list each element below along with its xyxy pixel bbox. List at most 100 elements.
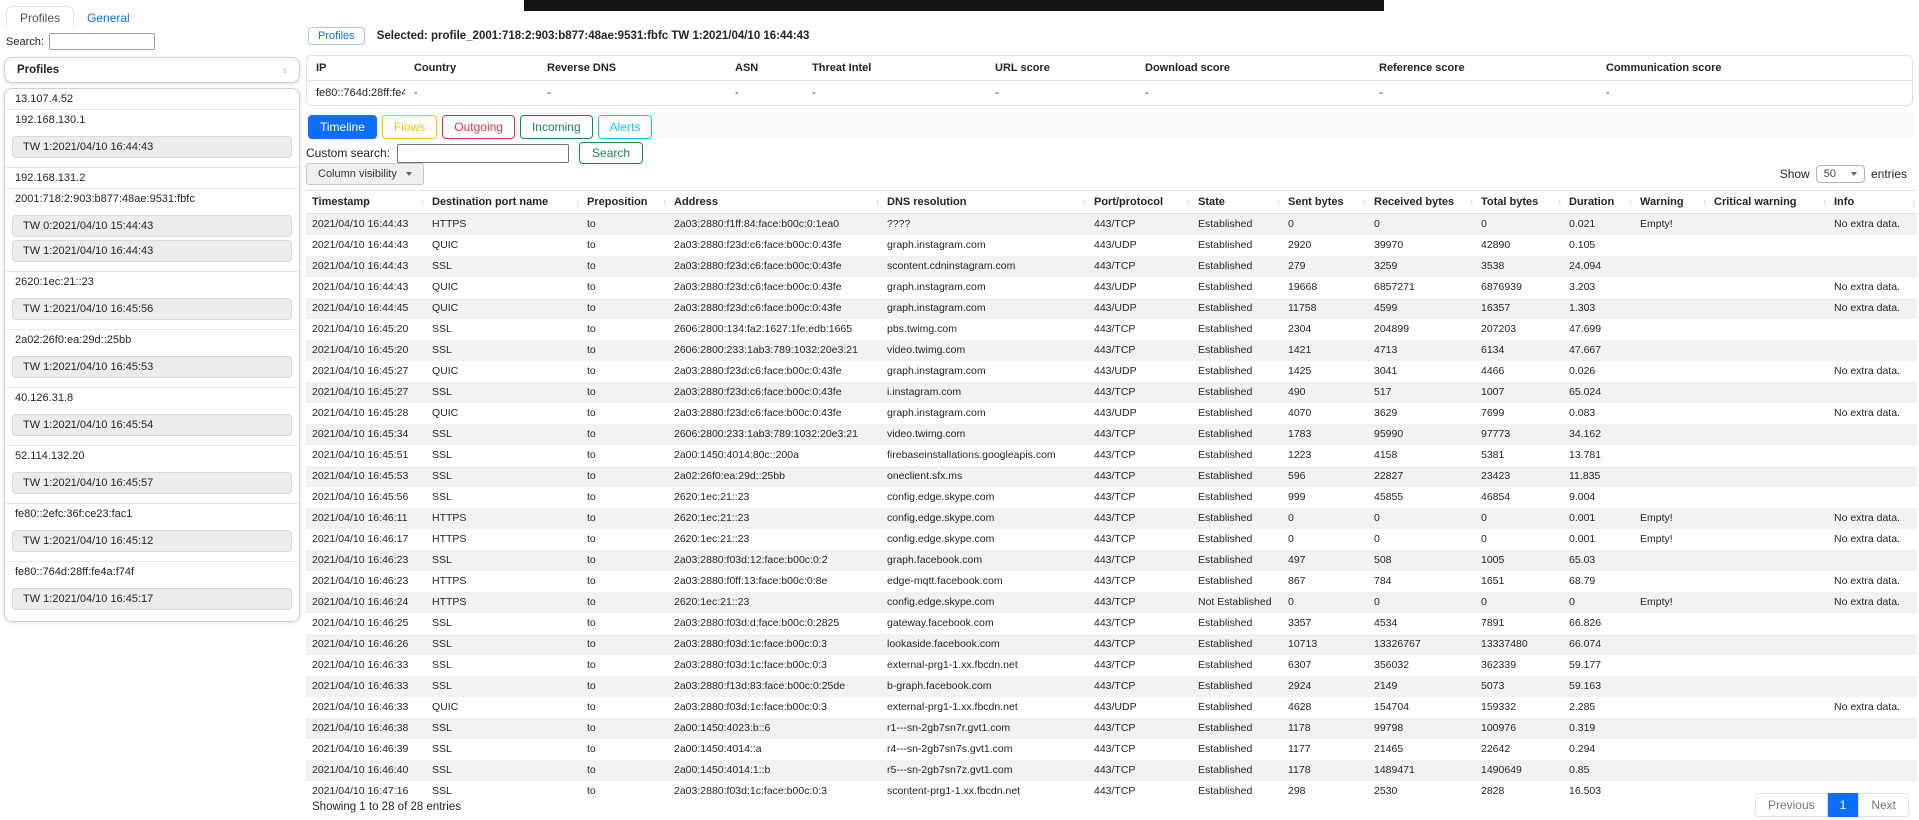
table-row[interactable]: 2021/04/10 16:46:17HTTPSto2620:1ec:21::2… <box>306 529 1917 550</box>
profile-item[interactable]: 52.114.132.20 <box>5 445 299 466</box>
column-header-destination-port-name[interactable]: Destination port name↕ <box>426 191 581 214</box>
timewindow-item[interactable]: TW 1:2021/04/10 16:44:43 <box>12 136 292 158</box>
column-header-total-bytes[interactable]: Total bytes↕ <box>1475 191 1563 214</box>
sidebar-search-label: Search: <box>6 36 44 48</box>
sort-icon: ↕ <box>576 197 581 207</box>
cell: gateway.facebook.com <box>881 613 1088 634</box>
profile-item[interactable]: 192.168.131.2 <box>5 167 299 188</box>
table-row[interactable]: 2021/04/10 16:44:43SSLto2a03:2880:f23d:c… <box>306 256 1917 277</box>
table-row[interactable]: 2021/04/10 16:45:51SSLto2a00:1450:4014:8… <box>306 445 1917 466</box>
table-row[interactable]: 2021/04/10 16:46:33SSLto2a03:2880:f03d:1… <box>306 655 1917 676</box>
previous-page-button[interactable]: Previous <box>1755 793 1828 817</box>
profile-item[interactable]: 40.126.31.8 <box>5 387 299 408</box>
column-header-sent-bytes[interactable]: Sent bytes↕ <box>1282 191 1368 214</box>
cell: 443/TCP <box>1088 571 1192 592</box>
column-visibility-button[interactable]: Column visibility <box>306 163 424 185</box>
table-row[interactable]: 2021/04/10 16:46:11HTTPSto2620:1ec:21::2… <box>306 508 1917 529</box>
table-row[interactable]: 2021/04/10 16:44:45QUICto2a03:2880:f23d:… <box>306 298 1917 319</box>
column-header-duration[interactable]: Duration↕ <box>1563 191 1634 214</box>
timewindow-item[interactable]: TW 1:2021/04/10 16:45:53 <box>12 356 292 378</box>
column-header-address[interactable]: Address↕ <box>668 191 881 214</box>
table-row[interactable]: 2021/04/10 16:45:27SSLto2a03:2880:f23d:c… <box>306 382 1917 403</box>
table-row[interactable]: 2021/04/10 16:46:33SSLto2a03:2880:f13d:8… <box>306 676 1917 697</box>
tab-flows[interactable]: Flows <box>382 115 437 139</box>
profile-item[interactable]: 192.168.130.1 <box>5 109 299 130</box>
cell: 4599 <box>1368 298 1475 319</box>
cell: external-prg1-1.xx.fbcdn.net <box>881 655 1088 676</box>
table-row[interactable]: 2021/04/10 16:45:34SSLto2606:2800:233:1a… <box>306 424 1917 445</box>
column-header-state[interactable]: State↕ <box>1192 191 1282 214</box>
column-header-warning[interactable]: Warning↕ <box>1634 191 1708 214</box>
column-header-received-bytes[interactable]: Received bytes↕ <box>1368 191 1475 214</box>
table-row[interactable]: 2021/04/10 16:46:26SSLto2a03:2880:f03d:1… <box>306 634 1917 655</box>
profile-item[interactable]: 2001:718:2:903:b877:48ae:9531:fbfc <box>5 188 299 209</box>
column-header-preposition[interactable]: Preposition↕ <box>581 191 668 214</box>
current-page-button[interactable]: 1 <box>1828 793 1859 817</box>
table-row[interactable]: 2021/04/10 16:46:40SSLto2a00:1450:4014:1… <box>306 760 1917 781</box>
timewindow-item[interactable]: TW 1:2021/04/10 16:45:17 <box>12 588 292 610</box>
table-row[interactable]: 2021/04/10 16:45:28QUICto2a03:2880:f23d:… <box>306 403 1917 424</box>
timewindow-item[interactable]: TW 1:2021/04/10 16:45:12 <box>12 530 292 552</box>
cell: HTTPS <box>426 592 581 613</box>
profile-item[interactable]: 2620:1ec:21::23 <box>5 271 299 292</box>
timewindow-item[interactable]: TW 1:2021/04/10 16:45:57 <box>12 472 292 494</box>
cell: 0 <box>1368 214 1475 235</box>
cell: 95990 <box>1368 424 1475 445</box>
custom-search-input[interactable] <box>397 144 569 163</box>
profile-item[interactable]: 2a02:26f0:ea:29d::25bb <box>5 329 299 350</box>
cell: 1490649 <box>1475 760 1563 781</box>
cell <box>1828 466 1917 487</box>
cell: QUIC <box>426 235 581 256</box>
table-row[interactable]: 2021/04/10 16:46:33QUICto2a03:2880:f03d:… <box>306 697 1917 718</box>
table-row[interactable]: 2021/04/10 16:46:24HTTPSto2620:1ec:21::2… <box>306 592 1917 613</box>
tab-profiles[interactable]: Profiles <box>6 6 74 29</box>
cell: 16.503 <box>1563 781 1634 802</box>
table-row[interactable]: 2021/04/10 16:45:20SSLto2606:2800:134:fa… <box>306 319 1917 340</box>
tab-timeline[interactable]: Timeline <box>308 115 377 139</box>
tab-incoming[interactable]: Incoming <box>520 115 593 139</box>
profile-item[interactable]: fe80::2efc:36f:ce23:fac1 <box>5 503 299 524</box>
table-row[interactable]: 2021/04/10 16:45:27QUICto2a03:2880:f23d:… <box>306 361 1917 382</box>
cell: Established <box>1192 361 1282 382</box>
column-header-dns-resolution[interactable]: DNS resolution↕ <box>881 191 1088 214</box>
cell: 2021/04/10 16:46:23 <box>306 571 426 592</box>
table-row[interactable]: 2021/04/10 16:47:16SSLto2a03:2880:f03d:1… <box>306 781 1917 802</box>
cell: SSL <box>426 634 581 655</box>
table-row[interactable]: 2021/04/10 16:44:43QUICto2a03:2880:f23d:… <box>306 277 1917 298</box>
tab-outgoing[interactable]: Outgoing <box>442 115 515 139</box>
timewindow-item[interactable]: TW 1:2021/04/10 16:45:54 <box>12 414 292 436</box>
table-row[interactable]: 2021/04/10 16:46:23SSLto2a03:2880:f03d:1… <box>306 550 1917 571</box>
tab-alerts[interactable]: Alerts <box>598 115 653 139</box>
table-row[interactable]: 2021/04/10 16:46:25SSLto2a03:2880:f03d:d… <box>306 613 1917 634</box>
table-row[interactable]: 2021/04/10 16:46:23HTTPSto2a03:2880:f0ff… <box>306 571 1917 592</box>
timewindow-item[interactable]: TW 1:2021/04/10 16:45:56 <box>12 298 292 320</box>
sidebar-search-input[interactable] <box>49 33 155 50</box>
timewindow-item[interactable]: TW 1:2021/04/10 16:44:43 <box>12 240 292 262</box>
table-row[interactable]: 2021/04/10 16:45:53SSLto2a02:26f0:ea:29d… <box>306 466 1917 487</box>
column-header-info[interactable]: Info↕ <box>1828 191 1917 214</box>
table-row[interactable]: 2021/04/10 16:45:56SSLto2620:1ec:21::23c… <box>306 487 1917 508</box>
table-row[interactable]: 2021/04/10 16:45:20SSLto2606:2800:233:1a… <box>306 340 1917 361</box>
sort-icon[interactable]: ↕ <box>283 65 288 75</box>
cell: ???? <box>881 214 1088 235</box>
profiles-chip-button[interactable]: Profiles <box>308 27 365 45</box>
column-header-timestamp[interactable]: Timestamp↕ <box>306 191 426 214</box>
profile-item[interactable]: 13.107.4.52 <box>5 89 299 109</box>
column-header-port-protocol[interactable]: Port/protocol↕ <box>1088 191 1192 214</box>
cell: 159332 <box>1475 697 1563 718</box>
table-row[interactable]: 2021/04/10 16:44:43QUICto2a03:2880:f23d:… <box>306 235 1917 256</box>
page-length-select[interactable]: 50 <box>1816 165 1865 183</box>
cell: 443/TCP <box>1088 319 1192 340</box>
next-page-button[interactable]: Next <box>1858 793 1909 817</box>
table-row[interactable]: 2021/04/10 16:46:39SSLto2a00:1450:4014::… <box>306 739 1917 760</box>
profiles-panel-header[interactable]: Profiles ↕ <box>4 57 300 83</box>
column-header-critical-warning[interactable]: Critical warning↕ <box>1708 191 1828 214</box>
table-row[interactable]: 2021/04/10 16:44:43HTTPSto2a03:2880:f1ff… <box>306 214 1917 235</box>
profile-item[interactable]: fe80::764d:28ff:fe4a:f74f <box>5 561 299 582</box>
cell: to <box>581 571 668 592</box>
flows-table-panel: Timestamp↕Destination port name↕Preposit… <box>306 190 1917 802</box>
timewindow-item[interactable]: TW 0:2021/04/10 15:44:43 <box>12 215 292 237</box>
search-button[interactable]: Search <box>579 142 643 164</box>
table-row[interactable]: 2021/04/10 16:46:38SSLto2a00:1450:4023:b… <box>306 718 1917 739</box>
tab-general[interactable]: General <box>74 7 143 29</box>
